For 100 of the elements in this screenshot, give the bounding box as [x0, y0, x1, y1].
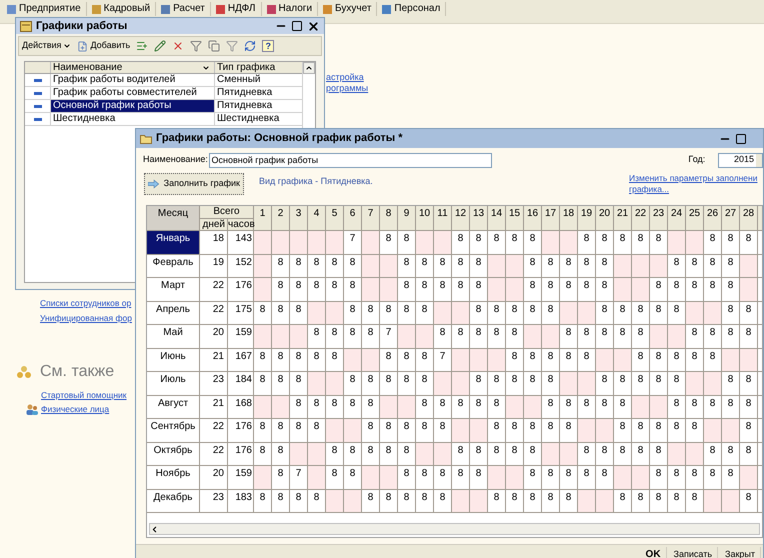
day-cell[interactable] — [488, 348, 506, 372]
day-cell[interactable]: 8 — [380, 302, 398, 325]
edit-icon[interactable] — [154, 40, 166, 52]
day-cell[interactable]: 8 — [704, 325, 722, 348]
day-cell[interactable]: 8 — [614, 325, 632, 348]
month-cell[interactable]: Декабрь — [147, 490, 200, 513]
day-cell[interactable] — [542, 442, 560, 466]
day-cell[interactable]: 8 — [434, 490, 452, 513]
day-cell[interactable]: 8 — [632, 325, 650, 348]
day-cell[interactable]: 8 — [650, 490, 668, 513]
day-cell[interactable] — [416, 325, 434, 348]
day-cell[interactable]: 8 — [416, 396, 434, 419]
day-cell[interactable] — [308, 302, 326, 325]
day-cell[interactable]: 8 — [542, 372, 560, 396]
day-cell[interactable] — [740, 278, 758, 302]
day-cell[interactable]: 8 — [254, 442, 272, 466]
day-cell[interactable]: 8 — [362, 396, 380, 419]
day-cell[interactable]: 8 — [398, 490, 416, 513]
day-cell[interactable]: 8 — [668, 466, 686, 490]
module-tab[interactable]: Расчет — [156, 2, 211, 16]
day-cell[interactable] — [686, 372, 704, 396]
module-tab[interactable]: Персонал — [377, 2, 446, 16]
day-cell[interactable] — [614, 278, 632, 302]
day-cell[interactable] — [416, 231, 434, 254]
day-cell[interactable]: 8 — [452, 325, 470, 348]
day-cell[interactable] — [524, 396, 542, 419]
day-cell[interactable]: 8 — [632, 419, 650, 442]
day-cell[interactable]: 8 — [632, 348, 650, 372]
day-cell[interactable]: 8 — [344, 302, 362, 325]
day-cell[interactable]: 8 — [452, 442, 470, 466]
day-cell[interactable]: 8 — [578, 396, 596, 419]
day-cell[interactable]: 8 — [362, 442, 380, 466]
day-cell[interactable]: 8 — [704, 396, 722, 419]
day-cell[interactable] — [416, 442, 434, 466]
day-cell[interactable]: 8 — [740, 372, 758, 396]
day-cell[interactable]: 8 — [308, 348, 326, 372]
day-cell[interactable]: 8 — [416, 372, 434, 396]
day-cell[interactable]: 8 — [506, 372, 524, 396]
day-cell[interactable]: 8 — [398, 419, 416, 442]
day-cell[interactable] — [254, 325, 272, 348]
day-cell[interactable] — [704, 419, 722, 442]
fill-button[interactable]: Заполнить график — [144, 173, 244, 195]
day-cell[interactable]: 8 — [290, 490, 308, 513]
year-field[interactable]: 2015 — [718, 152, 763, 168]
day-cell[interactable] — [722, 419, 740, 442]
day-cell[interactable]: 8 — [434, 419, 452, 442]
day-cell[interactable] — [596, 490, 614, 513]
day-cell[interactable]: 8 — [452, 278, 470, 302]
day-cell[interactable] — [632, 466, 650, 490]
horizontal-scrollbar[interactable] — [149, 523, 760, 535]
day-cell[interactable] — [542, 231, 560, 254]
day-cell[interactable]: 8 — [560, 396, 578, 419]
link[interactable]: Списки сотрудников ор — [40, 298, 132, 309]
day-cell[interactable]: 8 — [668, 348, 686, 372]
day-cell[interactable]: 8 — [524, 254, 542, 278]
day-cell[interactable]: 8 — [596, 254, 614, 278]
day-cell[interactable] — [326, 231, 344, 254]
day-cell[interactable]: 8 — [596, 278, 614, 302]
module-tab[interactable]: Бухучет — [318, 2, 378, 16]
day-cell[interactable]: 8 — [344, 372, 362, 396]
day-cell[interactable] — [596, 348, 614, 372]
day-cell[interactable]: 8 — [308, 396, 326, 419]
day-cell[interactable] — [596, 419, 614, 442]
table-cell[interactable]: Шестидневка — [51, 113, 215, 125]
day-cell[interactable]: 8 — [740, 419, 758, 442]
day-cell[interactable]: 8 — [416, 278, 434, 302]
day-cell[interactable]: 8 — [470, 278, 488, 302]
day-cell[interactable]: 8 — [272, 419, 290, 442]
day-cell[interactable] — [452, 372, 470, 396]
day-cell[interactable] — [470, 348, 488, 372]
day-cell[interactable]: 8 — [542, 419, 560, 442]
sort-caret-icon[interactable] — [202, 64, 210, 72]
day-cell[interactable]: 8 — [560, 466, 578, 490]
day-cell[interactable]: 8 — [470, 231, 488, 254]
day-cell[interactable]: 8 — [722, 325, 740, 348]
module-tab[interactable]: Кадровый — [86, 2, 156, 16]
day-cell[interactable] — [488, 466, 506, 490]
delete-icon[interactable] — [172, 40, 184, 52]
day-cell[interactable] — [740, 254, 758, 278]
copy-icon[interactable] — [208, 40, 220, 52]
link[interactable]: Стартовый помощник — [41, 390, 127, 401]
day-cell[interactable] — [578, 490, 596, 513]
day-cell[interactable]: 8 — [254, 372, 272, 396]
day-cell[interactable]: 8 — [596, 325, 614, 348]
day-cell[interactable]: 8 — [470, 302, 488, 325]
day-cell[interactable]: 8 — [524, 490, 542, 513]
day-cell[interactable]: 8 — [416, 490, 434, 513]
day-cell[interactable] — [398, 325, 416, 348]
day-cell[interactable]: 8 — [506, 419, 524, 442]
day-cell[interactable] — [740, 466, 758, 490]
day-cell[interactable]: 8 — [578, 325, 596, 348]
day-cell[interactable]: 8 — [488, 372, 506, 396]
day-cell[interactable] — [452, 348, 470, 372]
list-add-icon[interactable] — [136, 40, 148, 52]
day-cell[interactable]: 8 — [272, 302, 290, 325]
day-cell[interactable]: 8 — [344, 466, 362, 490]
day-cell[interactable]: 8 — [290, 396, 308, 419]
day-cell[interactable] — [722, 490, 740, 513]
day-cell[interactable]: 8 — [398, 348, 416, 372]
day-cell[interactable]: 8 — [722, 372, 740, 396]
